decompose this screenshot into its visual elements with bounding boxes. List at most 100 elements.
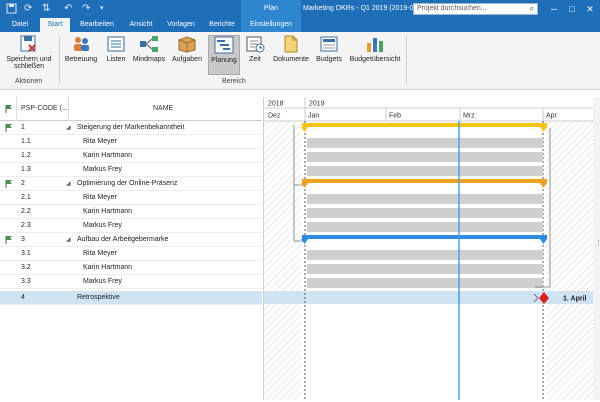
ribbon-button-label: Dokumente [273,56,309,63]
task-bar[interactable] [307,208,543,218]
box-icon [178,36,196,53]
gantt-canvas: 2018 2019 Dez Jan Feb Mrz Apr 1. April [264,97,594,400]
summary-bar-start-marker [301,183,308,188]
ribbon-button-budgetuebersicht[interactable]: Budgetübersicht [347,35,403,75]
row-2[interactable]: 2 ◢ Optimierung der Online-Präsenz [0,177,262,191]
ribbon-button-dokumente[interactable]: Dokumente [270,35,312,75]
search-input[interactable]: Projekt durchsuchen... ⌕ [413,3,538,15]
task-bar[interactable] [307,194,543,204]
row-1[interactable]: 1 ◢ Steigerung der Markenbekanntheit [0,121,262,135]
flag-icon [5,180,12,188]
ribbon-button-listen[interactable]: Listen [103,35,129,75]
redo-icon[interactable]: ↷ [82,3,90,15]
summary-bar-yellow[interactable] [301,123,547,132]
row-1-2[interactable]: 1.2 Karin Hartmann [0,149,262,163]
row-1-1[interactable]: 1.1 Rita Meyer [0,135,262,149]
tab-start[interactable]: Start [40,18,70,32]
flag-icon [5,124,12,132]
undo-icon[interactable]: ↶ [64,3,72,15]
tab-einstellungen[interactable]: Einstellungen [241,18,301,32]
vertical-scrollbar[interactable]: ⋮ [593,97,600,400]
collapse-icon[interactable]: ◢ [66,177,71,191]
gantt-icon [214,36,234,54]
save-close-button[interactable]: Speichern und schließen [2,35,56,75]
task-bar[interactable] [307,152,543,162]
summary-bar-start-marker [301,127,308,132]
title-bar: ⟳ ⇅ ↶ ↷ ▾ Plan Marketing OKRs - Q1 2019 … [0,0,600,18]
save-close-label-1: Speichern und [6,56,52,63]
refresh-icon[interactable]: ⟳ [24,3,32,15]
ribbon-button-label: Budgetübersicht [349,56,401,63]
task-bar[interactable] [307,264,543,274]
column-separator [16,97,17,121]
ribbon-button-budgets[interactable]: Budgets [314,35,344,75]
psp-code: 1.2 [21,152,31,159]
ribbon-button-betreuung[interactable]: Betreuung [62,35,100,75]
save-icon[interactable] [6,3,17,18]
mindmap-icon [140,36,158,52]
column-header-name[interactable]: NAME [153,97,173,121]
row-2-2[interactable]: 2.2 Karin Hartmann [0,205,262,219]
year-label-2019: 2019 [309,101,325,108]
month-label-mrz: Mrz [463,113,475,120]
save-close-icon [20,35,36,52]
document-icon [284,35,298,53]
ribbon-button-planung[interactable]: Planung [208,35,240,75]
tab-bearbeiten[interactable]: Bearbeiten [74,18,120,32]
minimize-icon[interactable]: ─ [547,2,561,16]
row-3-2[interactable]: 3.2 Karin Hartmann [0,261,262,275]
task-bar[interactable] [307,278,543,288]
collapse-icon[interactable]: ◢ [66,121,71,135]
group-label-aktionen: Aktionen [15,78,43,85]
row-4[interactable]: 4 Retrospektive [0,291,262,305]
search-icon[interactable]: ⌕ [530,4,534,14]
list-icon [107,36,125,52]
ribbon-tabs: Datei Start Bearbeiten Ansicht Vorlagen … [0,18,600,32]
summary-bar-blue[interactable] [301,235,547,244]
task-bar[interactable] [307,222,543,232]
row-3-1[interactable]: 3.1 Rita Meyer [0,247,262,261]
gantt-chart[interactable]: 2018 2019 Dez Jan Feb Mrz Apr 1. April [263,97,594,400]
close-icon[interactable]: ✕ [583,2,597,16]
customize-toolbar-icon[interactable]: ▾ [100,3,104,15]
task-bar[interactable] [307,250,543,260]
ribbon-button-label: Budgets [316,56,342,63]
task-name: Aufbau der Arbeitgebermarke [77,236,169,243]
ribbon-button-label: Planung [211,57,237,64]
summary-bar-end-marker [540,127,547,132]
task-name: Markus Frey [83,222,122,229]
collapse-icon[interactable]: ◢ [66,233,71,247]
flag-header-icon[interactable] [5,105,13,113]
milestone-label: 1. April [563,296,587,303]
splitter-grip-icon[interactable]: ⋮ [595,240,600,250]
summary-bar-body [302,179,547,183]
column-header-psp[interactable]: PSP-CODE (... [21,97,68,121]
task-name: Rita Meyer [83,250,117,257]
people-icon [74,37,89,51]
psp-code: 1.1 [21,138,31,145]
task-bar[interactable] [307,138,543,148]
psp-code: 2.2 [21,208,31,215]
save-close-label-2: schließen [14,63,44,70]
ribbon-button-aufgaben[interactable]: Aufgaben [169,35,205,75]
tab-ansicht[interactable]: Ansicht [124,18,158,32]
row-3-3[interactable]: 3.3 Markus Frey [0,275,262,289]
psp-code: 3 [21,236,25,243]
maximize-icon[interactable]: □ [565,2,579,16]
tab-datei[interactable]: Datei [4,18,36,32]
summary-bar-orange[interactable] [301,179,547,188]
task-bar[interactable] [307,166,543,176]
row-2-1[interactable]: 2.1 Rita Meyer [0,191,262,205]
tab-berichte[interactable]: Berichte [204,18,240,32]
ribbon-button-label: Aufgaben [172,56,202,63]
psp-code: 2.1 [21,194,31,201]
row-3[interactable]: 3 ◢ Aufbau der Arbeitgebermarke [0,233,262,247]
ribbon-button-zeit[interactable]: Zeit [243,35,267,75]
ribbon-button-mindmaps[interactable]: Mindmaps [132,35,166,75]
psp-code: 3.1 [21,250,31,257]
tab-vorlagen[interactable]: Vorlagen [162,18,200,32]
row-1-3[interactable]: 1.3 Markus Frey [0,163,262,177]
ribbon-button-label: Mindmaps [132,56,166,63]
sync-icon[interactable]: ⇅ [42,3,50,15]
row-2-3[interactable]: 2.3 Markus Frey [0,219,262,233]
